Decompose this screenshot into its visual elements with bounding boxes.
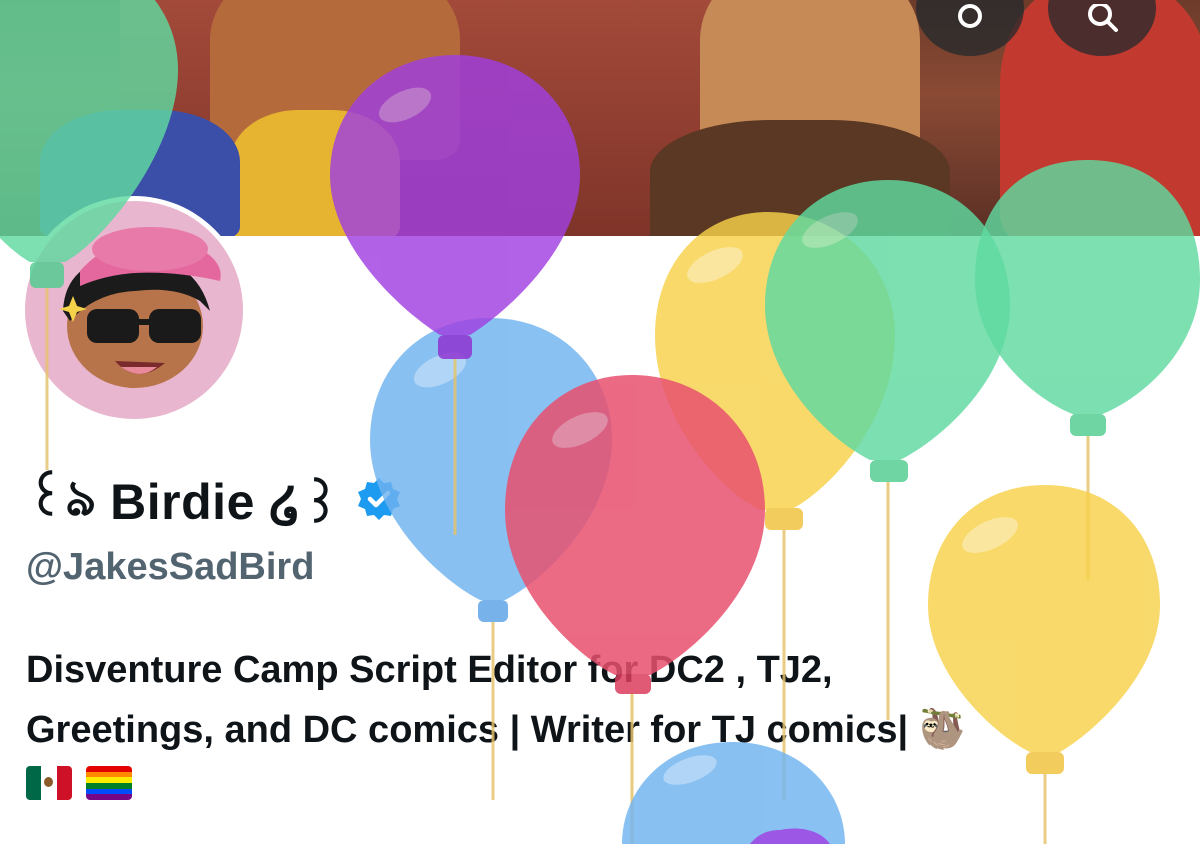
search-icon bbox=[1088, 4, 1118, 32]
mexico-flag-icon: 🇲🇽 bbox=[26, 766, 72, 800]
bio-line-1: Disventure Camp Script Editor for DC2 , … bbox=[26, 649, 833, 691]
banner-character-left-shirt bbox=[230, 110, 400, 236]
profile-avatar[interactable] bbox=[20, 196, 248, 424]
balloon-green-center bbox=[765, 180, 1010, 720]
display-name: Birdie bbox=[110, 474, 255, 530]
profile-bio: Disventure Camp Script Editor for DC2 , … bbox=[26, 640, 1176, 760]
balloon-red bbox=[505, 375, 765, 844]
banner-character-center-shirt bbox=[650, 120, 950, 236]
balloon-purple-bottom bbox=[750, 828, 830, 844]
display-name-suffix: ໒꒱ bbox=[268, 477, 341, 533]
display-name-prefix: ꒰ঌ bbox=[26, 469, 97, 526]
verified-badge-icon[interactable] bbox=[355, 476, 403, 529]
rainbow-flag-icon: 🏳️‍🌈 bbox=[86, 766, 132, 800]
birdwatch-icon bbox=[958, 4, 982, 28]
bio-flags: 🇲🇽 🏳️‍🌈 bbox=[26, 766, 132, 800]
bio-line-2-text: Greetings, and DC comics | Writer for TJ… bbox=[26, 709, 909, 751]
bio-line-2: Greetings, and DC comics | Writer for TJ… bbox=[26, 700, 1176, 760]
display-name-row: ꒰ঌ Birdie ໒꒱ bbox=[26, 470, 403, 534]
profile-handle: @JakesSadBird bbox=[26, 546, 315, 588]
sloth-emoji: 🦥 bbox=[918, 709, 967, 751]
avatar-image bbox=[25, 201, 243, 419]
profile-banner[interactable] bbox=[0, 0, 1200, 236]
